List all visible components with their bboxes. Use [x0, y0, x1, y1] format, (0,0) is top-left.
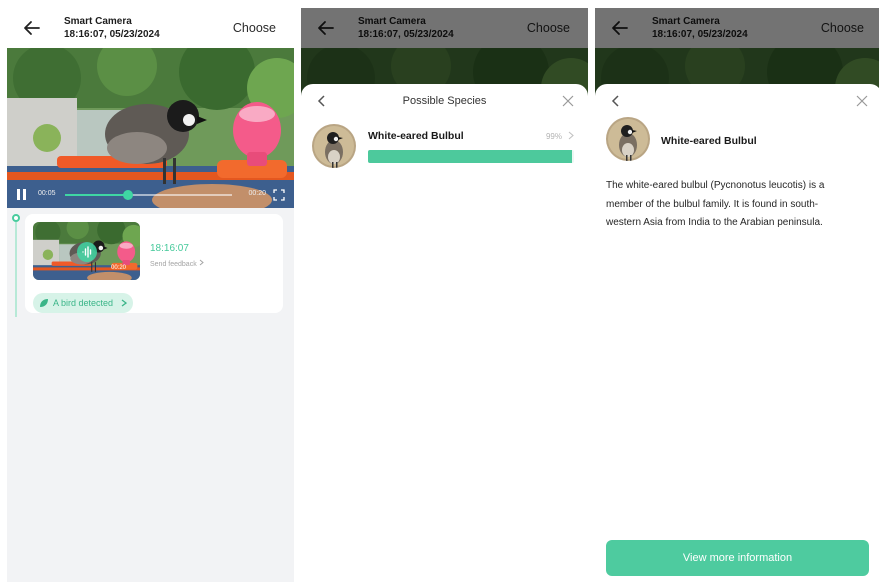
- seek-progress: [65, 194, 129, 196]
- close-icon[interactable]: [856, 95, 868, 107]
- header-title: Smart Camera 18:16:07, 05/23/2024: [358, 15, 454, 41]
- species-avatar: [606, 117, 650, 161]
- species-detail-sheet: White-eared Bulbul The white-eared bulbu…: [595, 84, 879, 582]
- detection-label: A bird detected: [53, 298, 114, 308]
- elapsed-time: 00:05: [38, 190, 56, 197]
- species-detail-screen: Smart Camera 18:16:07, 05/23/2024 Choose…: [595, 8, 879, 582]
- choose-button[interactable]: Choose: [233, 21, 276, 35]
- chevron-right-icon: [121, 299, 128, 307]
- timeline-line: [15, 222, 17, 317]
- camera-name: Smart Camera: [64, 16, 132, 27]
- possible-species-screen: Smart Camera 18:16:07, 05/23/2024 Choose…: [301, 8, 588, 582]
- video-controls: 00:05 00:20: [7, 182, 294, 208]
- event-card[interactable]: 00:20 18:16:07 Send feedback A bird dete…: [25, 214, 283, 313]
- send-feedback-link[interactable]: Send feedback: [150, 259, 204, 268]
- timeline-marker: [12, 214, 20, 222]
- chevron-right-icon: [199, 259, 204, 266]
- seek-handle[interactable]: [123, 190, 134, 200]
- chevron-left-icon[interactable]: [609, 94, 623, 108]
- fullscreen-icon[interactable]: [273, 189, 285, 201]
- send-feedback-label: Send feedback: [150, 261, 197, 268]
- camera-event-screen: Smart Camera 18:16:07, 05/23/2024 Choose…: [7, 8, 294, 582]
- species-name: White-eared Bulbul: [661, 135, 757, 147]
- event-time: 18:16:07: [150, 243, 189, 254]
- species-sheet: Possible Species White-eared Bulbul 99%: [301, 84, 588, 582]
- confidence-bar-fill: [368, 150, 572, 163]
- close-icon[interactable]: [562, 95, 574, 107]
- audio-wave-icon: [77, 242, 97, 262]
- header-title: Smart Camera 18:16:07, 05/23/2024: [64, 15, 160, 41]
- app-header: Smart Camera 18:16:07, 05/23/2024 Choose: [595, 8, 879, 48]
- sheet-title: Possible Species: [402, 95, 487, 107]
- choose-button: Choose: [820, 21, 864, 35]
- view-more-information-button[interactable]: View more information: [606, 540, 869, 576]
- confidence-percent: 99%: [545, 132, 562, 141]
- header-title: Smart Camera 18:16:07, 05/23/2024: [652, 15, 748, 41]
- arrow-left-icon[interactable]: [21, 17, 43, 39]
- choose-button: Choose: [526, 21, 570, 35]
- video-player[interactable]: 00:05 00:20: [7, 48, 294, 208]
- arrow-left-icon: [609, 17, 631, 39]
- camera-name: Smart Camera: [652, 16, 720, 27]
- thumbnail-duration: 00:20: [111, 265, 127, 271]
- camera-name: Smart Camera: [358, 16, 426, 27]
- seek-bar[interactable]: [65, 190, 232, 200]
- leaf-icon: [40, 299, 48, 307]
- header-timestamp: 18:16:07, 05/23/2024: [358, 29, 454, 40]
- app-header: Smart Camera 18:16:07, 05/23/2024 Choose: [7, 8, 294, 48]
- species-avatar: [312, 124, 356, 168]
- chevron-right-icon: [568, 131, 574, 140]
- event-thumbnail[interactable]: 00:20: [33, 222, 140, 280]
- bird-detected-chip[interactable]: A bird detected: [33, 293, 134, 313]
- header-timestamp: 18:16:07, 05/23/2024: [652, 29, 748, 40]
- app-header: Smart Camera 18:16:07, 05/23/2024 Choose: [301, 8, 588, 48]
- species-name: White-eared Bulbul: [368, 130, 464, 142]
- header-timestamp: 18:16:07, 05/23/2024: [64, 29, 160, 40]
- species-description: The white-eared bulbul (Pycnonotus leuco…: [606, 180, 825, 229]
- confidence-bar: [368, 150, 574, 163]
- pause-icon[interactable]: [17, 189, 27, 200]
- arrow-left-icon: [315, 17, 337, 39]
- duration-time: 00:20: [248, 190, 266, 197]
